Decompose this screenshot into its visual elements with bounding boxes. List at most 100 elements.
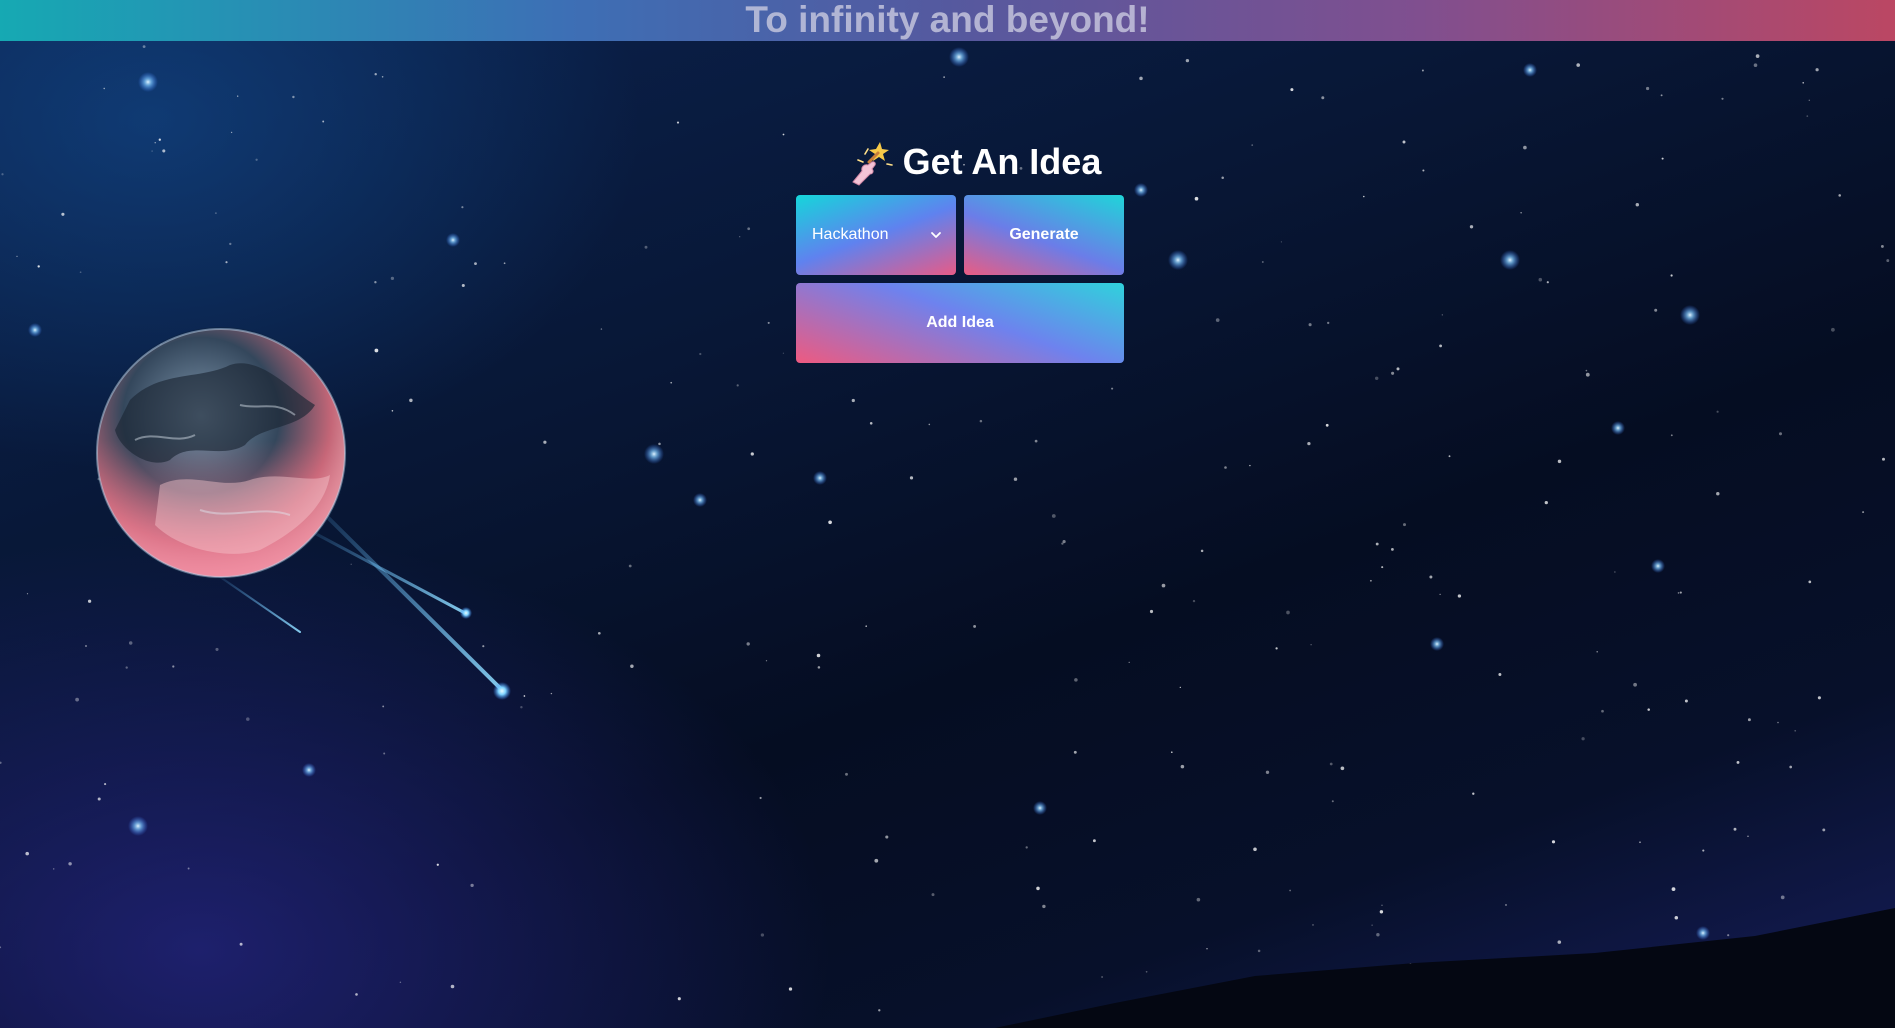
star xyxy=(1646,86,1650,91)
star xyxy=(750,452,754,456)
star xyxy=(1327,321,1330,325)
star xyxy=(1469,225,1474,229)
star xyxy=(1,173,4,176)
glowing-star xyxy=(1134,183,1148,197)
star xyxy=(0,761,2,764)
star xyxy=(1200,549,1204,553)
star xyxy=(909,476,914,480)
glowing-star xyxy=(644,444,664,464)
star xyxy=(436,863,439,866)
star xyxy=(973,624,977,628)
star xyxy=(1862,511,1865,514)
star xyxy=(1753,63,1758,67)
star xyxy=(79,271,82,274)
star xyxy=(1275,647,1278,650)
star xyxy=(1817,696,1821,700)
star xyxy=(1321,96,1325,100)
star xyxy=(214,212,217,215)
star xyxy=(1074,678,1078,682)
star xyxy=(158,138,161,141)
star xyxy=(869,422,873,425)
star xyxy=(1505,904,1507,906)
star xyxy=(1073,750,1077,754)
star xyxy=(1546,281,1549,284)
star xyxy=(0,946,2,949)
star xyxy=(1794,729,1797,732)
star xyxy=(1092,839,1096,843)
star xyxy=(699,352,702,356)
star xyxy=(1308,323,1312,327)
glowing-star xyxy=(693,493,707,507)
star xyxy=(1551,840,1556,844)
star xyxy=(746,642,750,646)
star xyxy=(255,158,258,161)
star xyxy=(461,283,465,288)
star xyxy=(1180,764,1185,769)
star xyxy=(16,255,18,258)
star xyxy=(381,76,384,78)
star xyxy=(1265,770,1270,774)
star xyxy=(1838,194,1841,197)
star xyxy=(1196,897,1201,902)
star xyxy=(61,212,65,216)
star xyxy=(322,120,325,123)
star xyxy=(885,835,889,839)
star xyxy=(1289,889,1291,892)
star xyxy=(1312,924,1314,926)
star xyxy=(1329,762,1333,766)
star xyxy=(1381,904,1383,906)
star xyxy=(1448,455,1451,458)
glowing-star xyxy=(28,323,42,337)
star xyxy=(461,206,464,209)
star xyxy=(1654,308,1658,312)
star xyxy=(1498,673,1502,676)
star xyxy=(399,981,402,984)
star xyxy=(1253,847,1257,852)
star xyxy=(1747,718,1751,722)
star xyxy=(1557,459,1562,464)
star xyxy=(1684,699,1688,703)
star xyxy=(1391,371,1395,375)
star xyxy=(1716,491,1720,496)
star xyxy=(817,666,821,669)
glowing-star xyxy=(1696,926,1710,940)
star xyxy=(1025,846,1028,849)
star xyxy=(1215,318,1220,322)
category-select-value: Hackathon xyxy=(812,226,889,243)
star xyxy=(979,419,983,423)
star xyxy=(1381,566,1384,569)
category-select[interactable]: Hackathon xyxy=(796,195,956,275)
star xyxy=(1376,932,1380,937)
star xyxy=(1716,410,1719,413)
star xyxy=(1557,940,1562,944)
star xyxy=(1815,68,1819,72)
magic-wand-hand-icon xyxy=(851,142,893,186)
add-idea-button[interactable]: Add Idea xyxy=(796,283,1124,363)
star xyxy=(25,851,29,856)
star xyxy=(760,933,765,937)
generate-button[interactable]: Generate xyxy=(964,195,1124,275)
star xyxy=(292,95,295,99)
idea-panel-heading: Get An Idea xyxy=(824,135,1124,189)
star xyxy=(782,352,785,354)
star xyxy=(97,797,101,801)
idea-panel: Get An Idea Hackathon Generate Add Idea xyxy=(796,135,1124,363)
star xyxy=(1458,986,1462,990)
star xyxy=(1374,376,1379,381)
star xyxy=(1523,145,1527,150)
star xyxy=(931,893,935,897)
page-title: Get An Idea xyxy=(902,141,1102,182)
star xyxy=(1340,766,1345,771)
star xyxy=(759,796,762,800)
star xyxy=(383,752,386,755)
star xyxy=(1520,212,1522,214)
star xyxy=(1886,259,1890,263)
star xyxy=(1460,970,1464,974)
star xyxy=(1139,76,1143,81)
star xyxy=(1831,327,1835,332)
star xyxy=(1409,963,1412,966)
star xyxy=(1727,934,1730,937)
star xyxy=(26,593,29,595)
star xyxy=(52,868,55,870)
star xyxy=(1544,500,1548,505)
